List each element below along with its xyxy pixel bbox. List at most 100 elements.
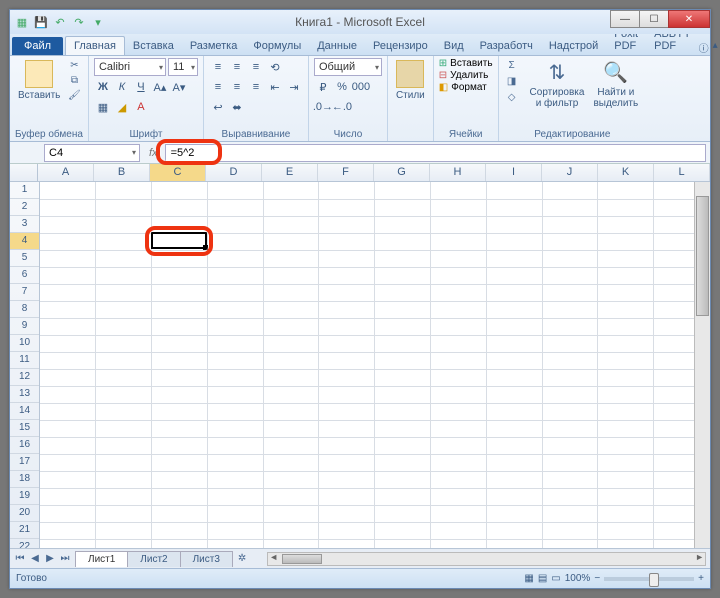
row-header-2[interactable]: 2 bbox=[10, 199, 39, 216]
cell-H13[interactable] bbox=[431, 386, 487, 403]
cell-G4[interactable] bbox=[375, 233, 431, 250]
cell-C5[interactable] bbox=[152, 250, 208, 267]
col-header-D[interactable]: D bbox=[206, 164, 262, 181]
cell-H21[interactable] bbox=[431, 522, 487, 539]
cells-area[interactable]: 25 bbox=[40, 182, 710, 548]
format-cells-icon[interactable]: ◧ bbox=[439, 82, 448, 93]
cell-I18[interactable] bbox=[486, 471, 542, 488]
cell-G19[interactable] bbox=[375, 488, 431, 505]
cell-C11[interactable] bbox=[152, 352, 208, 369]
cell-J8[interactable] bbox=[542, 301, 598, 318]
cell-E8[interactable] bbox=[263, 301, 319, 318]
shrink-font-button[interactable]: A▾ bbox=[170, 78, 188, 96]
cell-F11[interactable] bbox=[319, 352, 375, 369]
cell-H22[interactable] bbox=[431, 539, 487, 548]
cell-D8[interactable] bbox=[207, 301, 263, 318]
vertical-scrollbar[interactable] bbox=[694, 182, 710, 548]
formula-input[interactable]: =5^2 bbox=[165, 144, 706, 162]
cell-H20[interactable] bbox=[431, 505, 487, 522]
wrap-text-button[interactable]: ↩ bbox=[209, 98, 227, 116]
cell-H10[interactable] bbox=[431, 335, 487, 352]
cell-A8[interactable] bbox=[40, 301, 96, 318]
cell-I17[interactable] bbox=[486, 454, 542, 471]
cell-F2[interactable] bbox=[319, 199, 375, 216]
cell-A10[interactable] bbox=[40, 335, 96, 352]
find-select-button[interactable]: 🔍 Найти и выделить bbox=[590, 58, 641, 111]
cell-G15[interactable] bbox=[375, 420, 431, 437]
cell-A1[interactable] bbox=[40, 182, 96, 199]
align-mid-button[interactable]: ≡ bbox=[228, 58, 246, 76]
cell-I22[interactable] bbox=[486, 539, 542, 548]
cell-G11[interactable] bbox=[375, 352, 431, 369]
cell-C20[interactable] bbox=[152, 505, 208, 522]
row-header-22[interactable]: 22 bbox=[10, 539, 39, 548]
col-header-L[interactable]: L bbox=[654, 164, 710, 181]
cell-C22[interactable] bbox=[152, 539, 208, 548]
font-color-button[interactable]: A bbox=[132, 98, 150, 116]
cell-F15[interactable] bbox=[319, 420, 375, 437]
cell-D5[interactable] bbox=[207, 250, 263, 267]
cell-J13[interactable] bbox=[542, 386, 598, 403]
cell-C13[interactable] bbox=[152, 386, 208, 403]
cell-H15[interactable] bbox=[431, 420, 487, 437]
copy-icon[interactable]: ⧉ bbox=[66, 73, 82, 87]
col-header-C[interactable]: C bbox=[150, 164, 206, 181]
cell-C14[interactable] bbox=[152, 403, 208, 420]
cell-K14[interactable] bbox=[598, 403, 654, 420]
ribbon-help-icon[interactable]: ⓘ bbox=[699, 40, 709, 55]
cell-I6[interactable] bbox=[486, 267, 542, 284]
cell-B10[interactable] bbox=[96, 335, 152, 352]
cell-A12[interactable] bbox=[40, 369, 96, 386]
cell-H16[interactable] bbox=[431, 437, 487, 454]
cell-F18[interactable] bbox=[319, 471, 375, 488]
cell-J5[interactable] bbox=[542, 250, 598, 267]
cell-I8[interactable] bbox=[486, 301, 542, 318]
cell-A6[interactable] bbox=[40, 267, 96, 284]
cell-K3[interactable] bbox=[598, 216, 654, 233]
cell-B5[interactable] bbox=[96, 250, 152, 267]
cell-B20[interactable] bbox=[96, 505, 152, 522]
styles-button[interactable]: Стили bbox=[393, 58, 428, 103]
insert-cells-icon[interactable]: ⊞ bbox=[439, 58, 447, 69]
cell-D2[interactable] bbox=[207, 199, 263, 216]
vscroll-thumb[interactable] bbox=[696, 196, 709, 316]
cell-F8[interactable] bbox=[319, 301, 375, 318]
cell-C1[interactable] bbox=[152, 182, 208, 199]
cell-J6[interactable] bbox=[542, 267, 598, 284]
cell-K2[interactable] bbox=[598, 199, 654, 216]
redo-icon[interactable]: ↷ bbox=[71, 14, 87, 30]
cell-A5[interactable] bbox=[40, 250, 96, 267]
cell-B3[interactable] bbox=[96, 216, 152, 233]
maximize-button[interactable]: ☐ bbox=[639, 10, 669, 28]
paste-button[interactable]: Вставить bbox=[15, 58, 63, 103]
tab-file[interactable]: Файл bbox=[12, 37, 63, 55]
cell-E14[interactable] bbox=[263, 403, 319, 420]
italic-button[interactable]: К bbox=[113, 78, 131, 96]
cell-H1[interactable] bbox=[431, 182, 487, 199]
cell-I15[interactable] bbox=[486, 420, 542, 437]
insert-cells-label[interactable]: Вставить bbox=[450, 58, 492, 69]
cell-I5[interactable] bbox=[486, 250, 542, 267]
cell-G18[interactable] bbox=[375, 471, 431, 488]
cell-F10[interactable] bbox=[319, 335, 375, 352]
cell-I20[interactable] bbox=[486, 505, 542, 522]
tab-layout[interactable]: Разметка bbox=[182, 37, 246, 55]
col-header-E[interactable]: E bbox=[262, 164, 318, 181]
dec-decimal-button[interactable]: ←.0 bbox=[333, 98, 351, 116]
cell-H8[interactable] bbox=[431, 301, 487, 318]
cell-C21[interactable] bbox=[152, 522, 208, 539]
cell-C12[interactable] bbox=[152, 369, 208, 386]
col-header-F[interactable]: F bbox=[318, 164, 374, 181]
font-name-combo[interactable]: Calibri bbox=[94, 58, 166, 76]
row-header-4[interactable]: 4 bbox=[10, 233, 39, 250]
cell-G1[interactable] bbox=[375, 182, 431, 199]
number-format-combo[interactable]: Общий bbox=[314, 58, 382, 76]
view-break-icon[interactable]: ▭ bbox=[551, 573, 560, 584]
cell-D20[interactable] bbox=[207, 505, 263, 522]
cell-B4[interactable] bbox=[96, 233, 152, 250]
cell-D7[interactable] bbox=[207, 284, 263, 301]
orientation-button[interactable]: ⟲ bbox=[266, 58, 284, 76]
cell-F4[interactable] bbox=[319, 233, 375, 250]
cell-A20[interactable] bbox=[40, 505, 96, 522]
format-cells-label[interactable]: Формат bbox=[451, 82, 487, 93]
